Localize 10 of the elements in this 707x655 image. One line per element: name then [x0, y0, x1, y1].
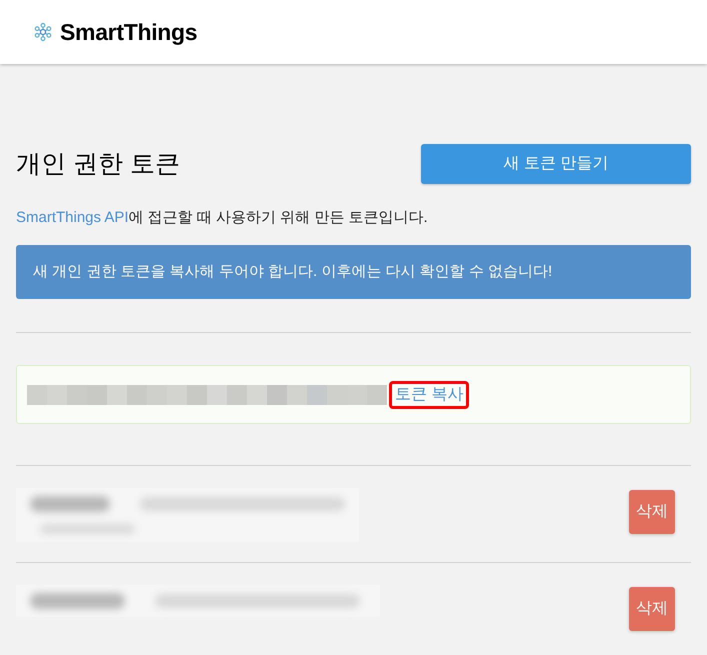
api-link[interactable]: SmartThings API	[16, 209, 129, 226]
brand-name: SmartThings	[60, 18, 198, 47]
delete-button[interactable]: 삭제	[629, 587, 675, 631]
description-text: SmartThings API에 접근할 때 사용하기 위해 만든 토큰입니다.	[16, 208, 429, 228]
create-token-button[interactable]: 새 토큰 만들기	[421, 144, 691, 184]
page-title: 개인 권한 토큰	[16, 149, 180, 180]
copy-token-link[interactable]: 토큰 복사	[389, 380, 470, 408]
delete-button[interactable]: 삭제	[629, 490, 675, 534]
warning-alert: 새 개인 권한 토큰을 복사해 두어야 합니다. 이후에는 다시 확인할 수 없습니다!	[16, 245, 691, 299]
network-logo-icon	[33, 22, 53, 42]
